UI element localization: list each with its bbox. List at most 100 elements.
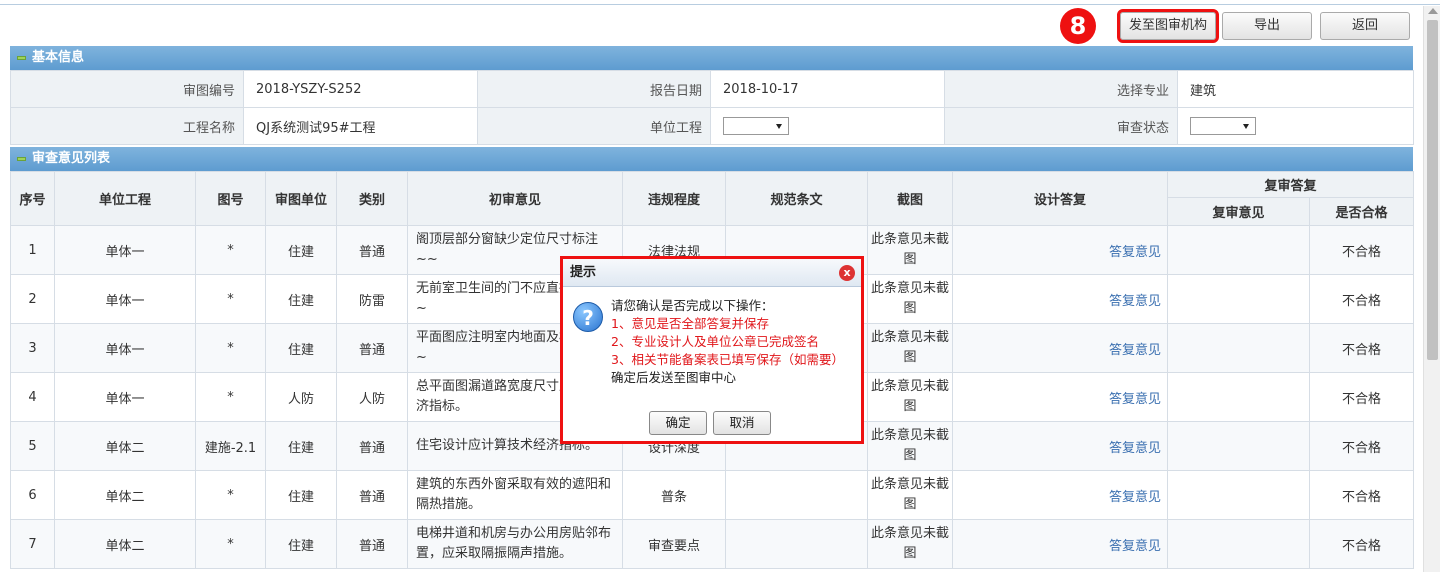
table-row: 7 单体二 * 住建 普通 电梯井道和机房与办公用房贴邻布置，应采取隔振隔声措施。 审查要点… — [10, 519, 1415, 569]
row-org: 人防 — [265, 372, 337, 422]
row-opinion: 建筑的东西外窗采取有效的遮阳和隔热措施。 — [407, 470, 623, 520]
row-screenshot: 此条意见未截图 — [867, 372, 953, 422]
question-icon: ? — [573, 302, 603, 332]
row-drawing: * — [195, 470, 266, 520]
row-no: 7 — [10, 519, 55, 569]
row-no: 5 — [10, 421, 55, 471]
row-qualified: 不合格 — [1308, 421, 1415, 471]
row-recheck-opinion — [1167, 421, 1310, 471]
row-recheck-opinion — [1167, 372, 1310, 422]
reply-link[interactable]: 答复意见 — [1109, 343, 1161, 358]
scrollbar-thumb[interactable] — [1427, 20, 1438, 360]
export-button[interactable]: 导出 — [1222, 12, 1312, 40]
cancel-button[interactable]: 取消 — [713, 411, 771, 435]
review-no-value: 2018-YSZY-S252 — [243, 70, 478, 108]
row-org: 住建 — [265, 519, 337, 569]
table-row: 6 单体二 * 住建 普通 建筑的东西外窗采取有效的遮阳和隔热措施。 普条 此条意见未截图 答复… — [10, 470, 1415, 520]
opinions-title: 审查意见列表 — [32, 151, 111, 166]
row-unit: 单体二 — [54, 421, 196, 471]
row-qualified: 不合格 — [1308, 519, 1415, 569]
col-screenshot: 截图 — [867, 171, 953, 226]
col-qualified: 是否合格 — [1308, 197, 1415, 226]
unit-project-label: 单位工程 — [477, 107, 711, 145]
project-name-label: 工程名称 — [10, 107, 244, 145]
row-org: 住建 — [265, 470, 337, 520]
row-unit: 单体一 — [54, 225, 196, 275]
row-qualified: 不合格 — [1308, 470, 1415, 520]
row-drawing: * — [195, 323, 266, 373]
row-no: 2 — [10, 274, 55, 324]
row-unit: 单体二 — [54, 470, 196, 520]
row-drawing: * — [195, 225, 266, 275]
collapse-icon[interactable] — [17, 157, 26, 161]
specialty-label: 选择专业 — [944, 70, 1178, 108]
opinions-header[interactable]: 审查意见列表 — [10, 147, 1413, 171]
reply-link[interactable]: 答复意见 — [1109, 294, 1161, 309]
row-org: 住建 — [265, 323, 337, 373]
reply-link[interactable]: 答复意见 — [1109, 539, 1161, 554]
row-category: 普通 — [336, 470, 408, 520]
row-screenshot: 此条意见未截图 — [867, 519, 953, 569]
dialog-item-3: 3、相关节能备案表已填写保存（如需要） — [611, 352, 844, 367]
scroll-up-arrow-icon[interactable] — [1428, 8, 1438, 14]
row-design-reply: 答复意见 — [952, 470, 1168, 520]
dropdown-arrow-icon — [776, 124, 782, 129]
row-category: 人防 — [336, 372, 408, 422]
row-category: 普通 — [336, 519, 408, 569]
row-qualified: 不合格 — [1308, 274, 1415, 324]
row-screenshot: 此条意见未截图 — [867, 323, 953, 373]
col-opinion: 初审意见 — [407, 171, 623, 226]
reply-link[interactable]: 答复意见 — [1109, 490, 1161, 505]
send-to-review-button[interactable]: 发至图审机构 — [1117, 9, 1219, 43]
reply-link[interactable]: 答复意见 — [1109, 245, 1161, 260]
row-design-reply: 答复意见 — [952, 372, 1168, 422]
dialog-item-2: 2、专业设计人及单位公章已完成签名 — [611, 334, 819, 349]
close-icon[interactable]: x — [839, 265, 855, 281]
ok-button[interactable]: 确定 — [649, 411, 707, 435]
dropdown-arrow-icon — [1243, 124, 1249, 129]
step-number-badge: 8 — [1060, 8, 1096, 44]
row-recheck-opinion — [1167, 225, 1310, 275]
dialog-header[interactable]: 提示 x — [563, 259, 861, 287]
col-recheck-group: 复审答复 — [1166, 171, 1415, 198]
dialog-message: 请您确认是否完成以下操作： 1、意见是否全部答复并保存 2、专业设计人及单位公章… — [611, 297, 844, 387]
row-drawing: * — [195, 274, 266, 324]
row-drawing: * — [195, 372, 266, 422]
dialog-item-1: 1、意见是否全部答复并保存 — [611, 316, 769, 331]
row-screenshot: 此条意见未截图 — [867, 421, 953, 471]
row-category: 防雷 — [336, 274, 408, 324]
col-severity: 违规程度 — [622, 171, 726, 226]
report-date-value: 2018-10-17 — [710, 70, 945, 108]
row-qualified: 不合格 — [1308, 225, 1415, 275]
row-category: 普通 — [336, 421, 408, 471]
row-qualified: 不合格 — [1308, 372, 1415, 422]
basic-info-title: 基本信息 — [32, 50, 85, 65]
col-recheck-opinion: 复审意见 — [1167, 197, 1310, 226]
vertical-scrollbar[interactable] — [1423, 6, 1440, 572]
top-border — [0, 0, 1440, 5]
col-category: 类别 — [336, 171, 408, 226]
basic-info-header[interactable]: 基本信息 — [10, 46, 1413, 70]
row-clause — [725, 519, 868, 569]
row-no: 1 — [10, 225, 55, 275]
row-qualified: 不合格 — [1308, 323, 1415, 373]
project-name-value: QJ系统测试95#工程 — [243, 107, 478, 145]
reply-link[interactable]: 答复意见 — [1109, 441, 1161, 456]
row-design-reply: 答复意见 — [952, 274, 1168, 324]
row-opinion: 电梯井道和机房与办公用房贴邻布置，应采取隔振隔声措施。 — [407, 519, 623, 569]
row-screenshot: 此条意见未截图 — [867, 470, 953, 520]
row-unit: 单体一 — [54, 323, 196, 373]
review-status-select[interactable] — [1190, 117, 1256, 135]
row-design-reply: 答复意见 — [952, 421, 1168, 471]
row-org: 住建 — [265, 421, 337, 471]
collapse-icon[interactable] — [17, 56, 26, 60]
reply-link[interactable]: 答复意见 — [1109, 392, 1161, 407]
report-date-label: 报告日期 — [477, 70, 711, 108]
confirm-dialog: 提示 x ? 请您确认是否完成以下操作： 1、意见是否全部答复并保存 2、专业设… — [560, 256, 864, 444]
unit-project-select[interactable] — [723, 117, 789, 135]
row-org: 住建 — [265, 225, 337, 275]
review-no-label: 审图编号 — [10, 70, 244, 108]
row-design-reply: 答复意见 — [952, 519, 1168, 569]
back-button[interactable]: 返回 — [1320, 12, 1410, 40]
row-severity: 普条 — [622, 470, 726, 520]
